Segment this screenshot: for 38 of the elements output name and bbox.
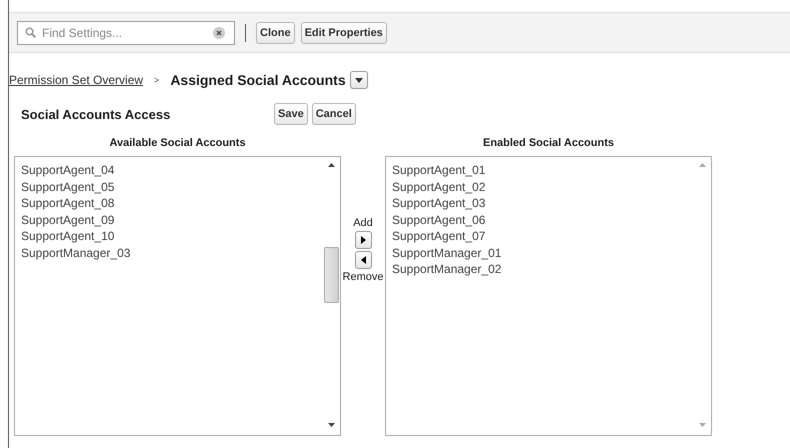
list-item[interactable]: SupportAgent_05: [21, 178, 317, 195]
breadcrumb-link[interactable]: Permission Set Overview: [9, 73, 144, 87]
left-arrow-icon: [360, 256, 366, 264]
list-item[interactable]: SupportManager_03: [21, 244, 317, 261]
list-item[interactable]: SupportAgent_10: [21, 228, 317, 244]
form-button[interactable]: Save: [274, 103, 308, 125]
remove-label: Remove: [342, 271, 384, 283]
list-item[interactable]: SupportAgent_08: [21, 195, 317, 212]
add-button[interactable]: [354, 231, 372, 249]
breadcrumb-separator: >: [154, 75, 160, 85]
section-title: Social Accounts Access: [21, 106, 172, 122]
page-title: Assigned Social Accounts: [170, 72, 346, 88]
dropdown-button[interactable]: [350, 71, 368, 89]
list-item[interactable]: SupportAgent_01: [392, 162, 688, 178]
list-item[interactable]: SupportAgent_02: [392, 178, 688, 195]
list-item[interactable]: SupportAgent_03: [392, 195, 688, 212]
toolbar-button[interactable]: Edit Properties: [300, 22, 387, 44]
list-heading: Available Social Accounts: [109, 137, 246, 149]
toolbar-button[interactable]: Clone: [256, 22, 295, 44]
search-field[interactable]: Find Settings...: [17, 20, 235, 44]
list-item[interactable]: SupportAgent_06: [392, 212, 688, 228]
form-button[interactable]: Cancel: [312, 103, 356, 125]
caret-icon: [354, 78, 363, 82]
add-label: Add: [353, 217, 373, 229]
list-item[interactable]: SupportManager_01: [392, 244, 688, 261]
list-item[interactable]: SupportAgent_04: [21, 162, 317, 178]
list-box[interactable]: SupportAgent_01 SupportAgent_02 SupportAgent_03 SupportAgent_06 SupportAgent_07 SupportManager_01 SupportManager_02: [385, 156, 712, 436]
scroll-thumb[interactable]: [324, 247, 339, 303]
list-item[interactable]: SupportManager_02: [392, 261, 688, 278]
list-heading: Enabled Social Accounts: [482, 137, 614, 149]
remove-button[interactable]: [354, 251, 372, 269]
list-item[interactable]: SupportAgent_09: [21, 212, 317, 228]
scroll-up-icon[interactable]: [328, 163, 335, 167]
clear-icon[interactable]: [213, 26, 225, 38]
list-box[interactable]: SupportAgent_04 SupportAgent_05 SupportAgent_08 SupportAgent_09 SupportAgent_10 SupportManager_03: [14, 156, 341, 436]
list-item[interactable]: SupportAgent_07: [392, 228, 688, 244]
scroll-down-icon[interactable]: [328, 423, 335, 427]
right-arrow-icon: [360, 236, 366, 244]
